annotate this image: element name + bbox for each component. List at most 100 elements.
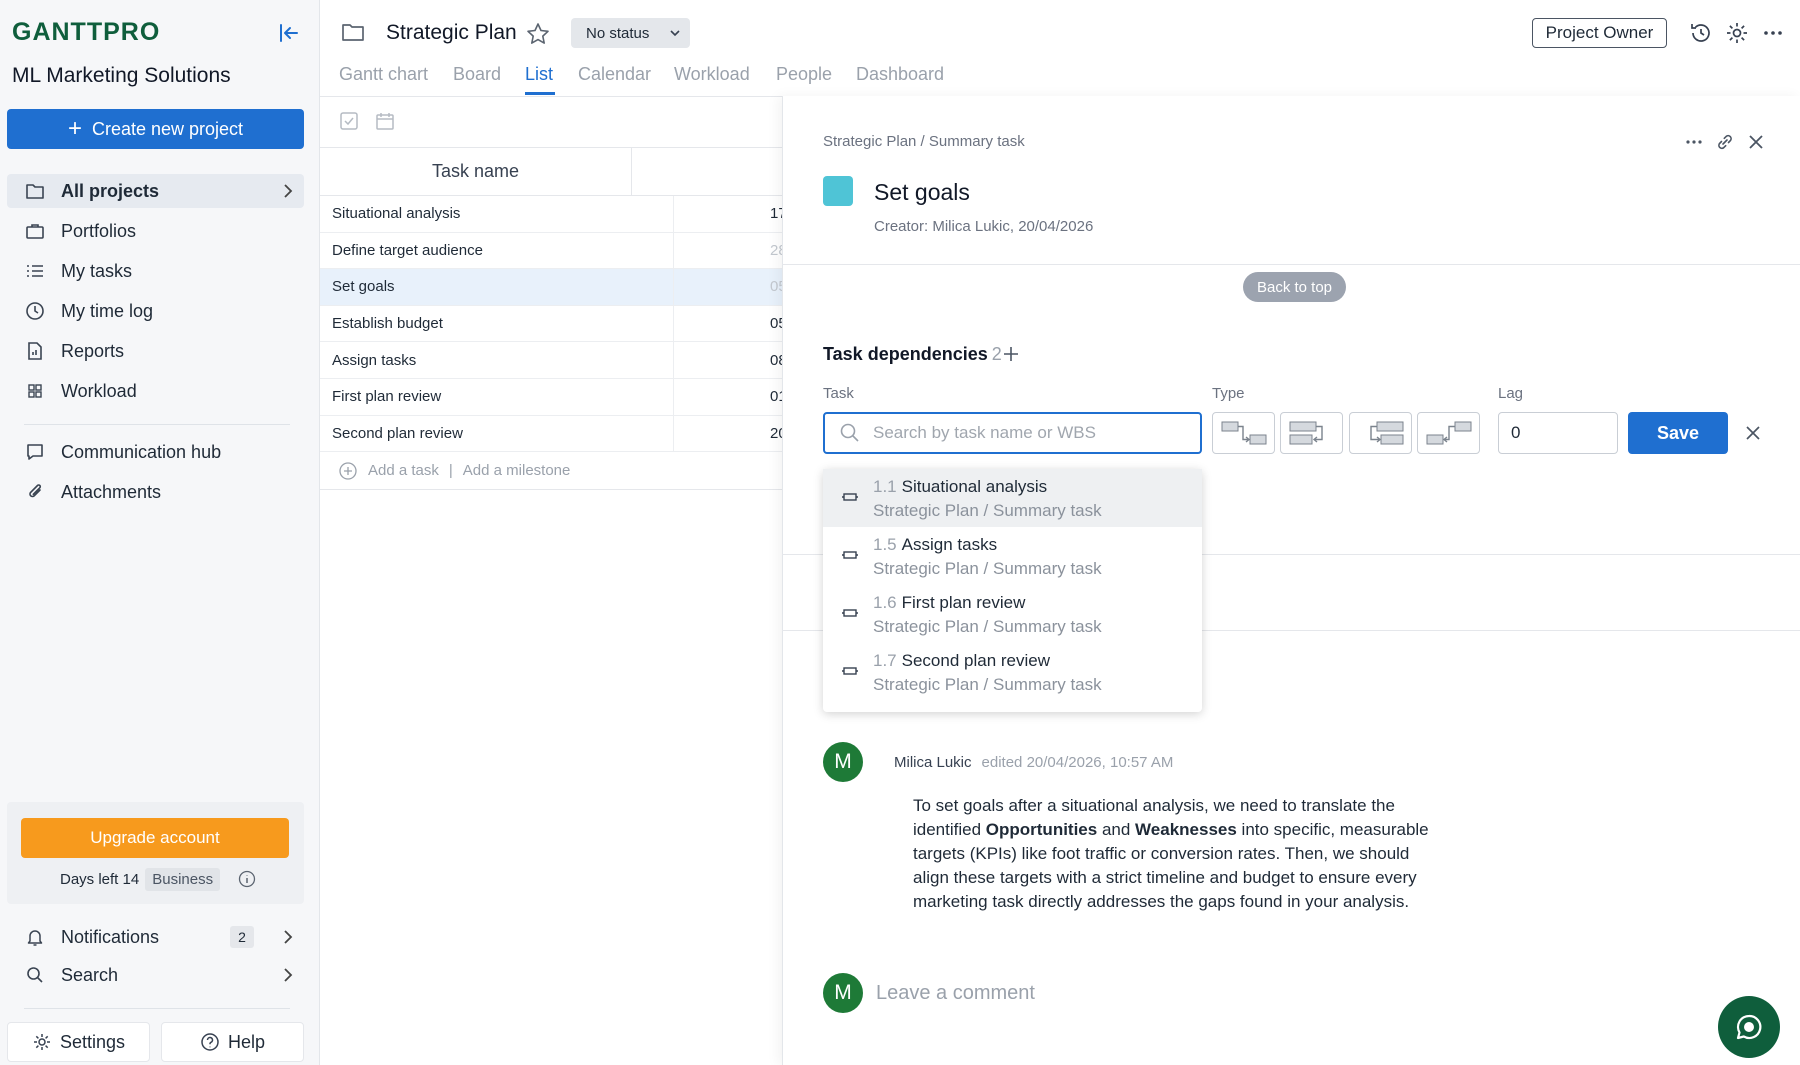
status-value: No status bbox=[586, 24, 650, 42]
avatar[interactable]: M bbox=[823, 742, 863, 782]
more-icon[interactable] bbox=[1760, 20, 1786, 46]
task-name-cell[interactable]: Second plan review bbox=[320, 415, 674, 452]
dropdown-option[interactable]: 1.1 Situational analysis Strategic Plan /… bbox=[823, 469, 1202, 527]
sidebar-item-my-tasks[interactable]: My tasks bbox=[7, 254, 304, 288]
dropdown-option[interactable]: 1.6 First plan review Strategic Plan / Su… bbox=[823, 585, 1202, 643]
tab-board[interactable]: Board bbox=[453, 64, 501, 85]
sidebar-item-my-time-log[interactable]: My time log bbox=[7, 294, 304, 328]
table-row[interactable]: Assign tasks 08 bbox=[320, 342, 782, 379]
sidebar-item-portfolios[interactable]: Portfolios bbox=[7, 214, 304, 248]
tab-people[interactable]: People bbox=[776, 64, 832, 85]
dropdown-option[interactable]: 1.7 Second plan review Strategic Plan / S… bbox=[823, 643, 1202, 701]
sidebar-item-workload[interactable]: Workload bbox=[7, 374, 304, 408]
sidebar-item-notifications[interactable]: Notifications bbox=[7, 920, 304, 954]
sidebar-item-search[interactable]: Search bbox=[7, 958, 304, 992]
tab-workload[interactable]: Workload bbox=[674, 64, 750, 85]
table-row[interactable]: Second plan review 20 bbox=[320, 415, 782, 453]
cancel-dependency-icon[interactable] bbox=[1742, 422, 1764, 444]
finish-to-finish-type-button[interactable] bbox=[1280, 412, 1343, 454]
table-row-selected[interactable]: Set goals 05 bbox=[320, 269, 782, 306]
option-task-name: Assign tasks bbox=[901, 535, 998, 554]
plan-badge: Business bbox=[145, 867, 221, 891]
collapse-sidebar-icon[interactable] bbox=[276, 20, 302, 46]
sidebar-item-communication-hub[interactable]: Communication hub bbox=[7, 435, 304, 469]
sidebar-item-attachments[interactable]: Attachments bbox=[7, 475, 304, 509]
tab-list[interactable]: List bbox=[525, 64, 553, 85]
column-header-start[interactable]: S bbox=[632, 148, 782, 195]
grid-icon bbox=[23, 379, 47, 403]
sidebar-item-reports[interactable]: Reports bbox=[7, 334, 304, 368]
option-path: Strategic Plan / Summary task bbox=[873, 617, 1102, 636]
project-owner-button[interactable]: Project Owner bbox=[1532, 18, 1667, 48]
start-cell[interactable]: 20 bbox=[674, 416, 782, 452]
start-cell[interactable]: 28 bbox=[674, 233, 782, 269]
task-name-cell[interactable]: Set goals bbox=[320, 269, 674, 305]
lag-input[interactable] bbox=[1511, 423, 1611, 443]
comment-input[interactable]: Leave a comment bbox=[876, 982, 1035, 1005]
save-dependency-button[interactable]: Save bbox=[1628, 412, 1728, 454]
checkbox-icon[interactable] bbox=[338, 110, 360, 132]
project-title[interactable]: Strategic Plan bbox=[386, 21, 517, 45]
link-icon[interactable] bbox=[1713, 130, 1737, 154]
days-left-text: Days left 14 bbox=[60, 870, 140, 888]
deps-title-text: Task dependencies bbox=[823, 344, 988, 364]
tab-calendar[interactable]: Calendar bbox=[578, 64, 651, 85]
help-button[interactable]: Help bbox=[161, 1022, 304, 1062]
add-milestone-link[interactable]: Add a milestone bbox=[463, 462, 571, 479]
comment-author[interactable]: Milica Lukic bbox=[894, 754, 972, 771]
star-icon[interactable] bbox=[525, 21, 551, 47]
settings-button[interactable]: Settings bbox=[7, 1022, 150, 1062]
folder-icon bbox=[23, 179, 47, 203]
lag-field[interactable] bbox=[1498, 412, 1618, 454]
finish-to-start-type-button[interactable] bbox=[1212, 412, 1275, 454]
column-header-task-name[interactable]: Task name bbox=[320, 148, 632, 195]
table-row[interactable]: Situational analysis 17 bbox=[320, 196, 782, 233]
history-icon[interactable] bbox=[1688, 20, 1714, 46]
status-dropdown[interactable]: No status bbox=[571, 18, 690, 48]
start-to-start-type-button[interactable] bbox=[1349, 412, 1412, 454]
tab-dashboard[interactable]: Dashboard bbox=[856, 64, 944, 85]
sidebar-item-label: Search bbox=[61, 964, 119, 985]
back-to-top-button[interactable]: Back to top bbox=[1243, 272, 1346, 302]
dependency-task-search[interactable] bbox=[823, 412, 1202, 454]
start-cell[interactable]: 05 bbox=[674, 269, 782, 305]
sidebar-item-all-projects[interactable]: All projects bbox=[7, 174, 304, 208]
breadcrumb[interactable]: Strategic Plan / Summary task bbox=[823, 133, 1025, 150]
gear-icon[interactable] bbox=[1724, 20, 1750, 46]
add-dependency-icon[interactable] bbox=[1000, 343, 1022, 365]
more-icon[interactable] bbox=[1682, 130, 1706, 154]
workspace-name[interactable]: ML Marketing Solutions bbox=[12, 64, 231, 88]
task-name-cell[interactable]: Define target audience bbox=[320, 232, 674, 269]
task-name-cell[interactable]: Assign tasks bbox=[320, 342, 674, 378]
table-row[interactable]: Define target audience 28 bbox=[320, 232, 782, 270]
start-to-finish-type-button[interactable] bbox=[1417, 412, 1480, 454]
start-cell[interactable]: 05 bbox=[674, 306, 782, 342]
ganttpro-logo[interactable]: GANTTPRO bbox=[12, 18, 160, 47]
task-name-cell[interactable]: Situational analysis bbox=[320, 196, 674, 232]
table-row[interactable]: Establish budget 05 bbox=[320, 305, 782, 343]
task-title[interactable]: Set goals bbox=[874, 179, 970, 206]
add-task-link[interactable]: Add a task bbox=[368, 462, 439, 479]
plus-circle-icon[interactable] bbox=[338, 461, 358, 481]
start-cell[interactable]: 01 bbox=[674, 379, 782, 415]
sidebar-item-label: Reports bbox=[61, 340, 125, 361]
notifications-count-badge: 2 bbox=[230, 926, 254, 948]
comment-body: To set goals after a situational analysi… bbox=[913, 794, 1443, 914]
start-cell[interactable]: 08 bbox=[674, 342, 782, 378]
task-color-swatch[interactable] bbox=[823, 176, 853, 206]
task-field-label: Task bbox=[823, 385, 854, 402]
close-icon[interactable] bbox=[1744, 130, 1768, 154]
calendar-icon[interactable] bbox=[374, 110, 396, 132]
dependency-search-input[interactable] bbox=[873, 423, 1173, 443]
start-cell[interactable]: 17 bbox=[674, 196, 782, 232]
info-icon[interactable] bbox=[238, 870, 256, 888]
create-new-project-button[interactable]: + Create new project bbox=[7, 109, 304, 149]
dropdown-option[interactable]: 1.5 Assign tasks Strategic Plan / Summary… bbox=[823, 527, 1202, 585]
tab-gantt-chart[interactable]: Gantt chart bbox=[339, 64, 428, 85]
upgrade-account-button[interactable]: Upgrade account bbox=[21, 818, 289, 858]
divider bbox=[24, 1008, 290, 1009]
table-row[interactable]: First plan review 01 bbox=[320, 378, 782, 416]
task-name-cell[interactable]: Establish budget bbox=[320, 305, 674, 342]
task-name-cell[interactable]: First plan review bbox=[320, 378, 674, 415]
support-chat-button[interactable] bbox=[1718, 996, 1780, 1058]
